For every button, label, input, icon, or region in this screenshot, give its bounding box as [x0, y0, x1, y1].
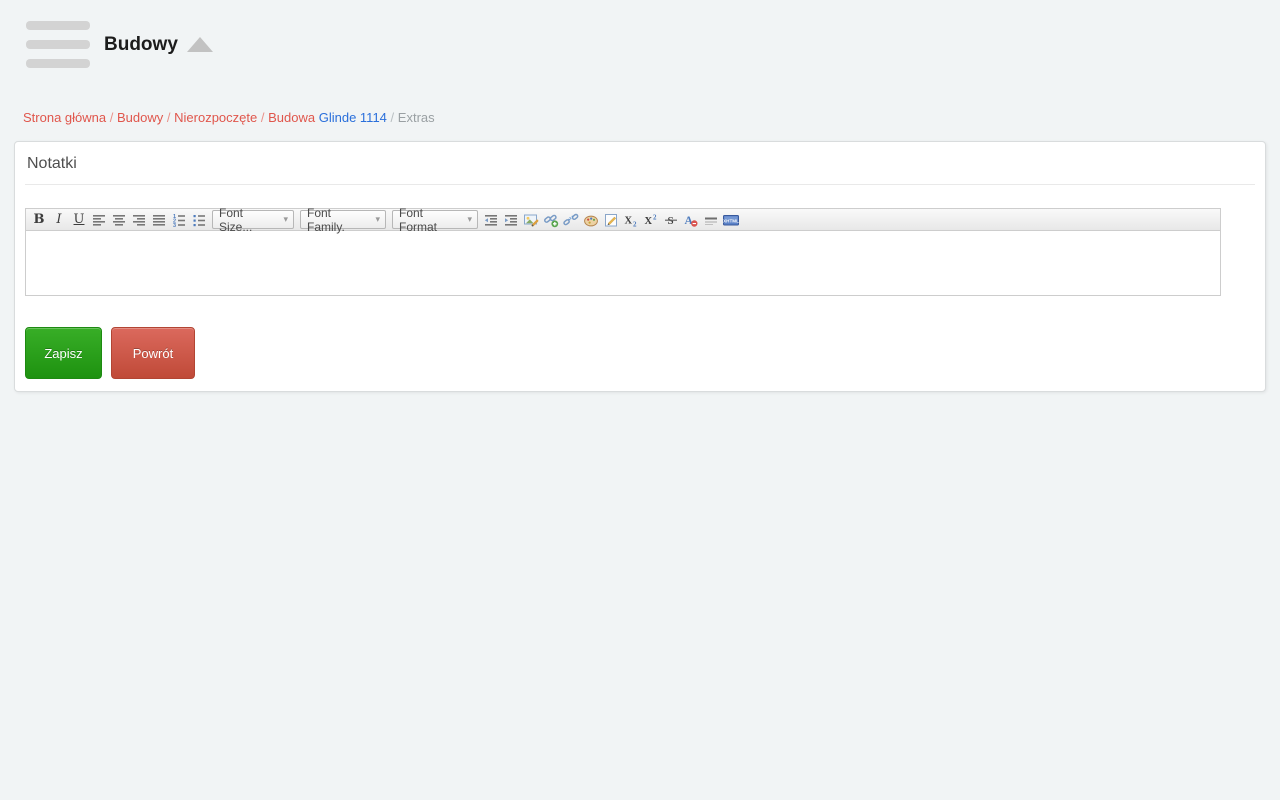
breadcrumb-glinde-1114[interactable]: Glinde 1114: [319, 110, 387, 125]
breadcrumb-nierozpoczete[interactable]: Nierozpoczęte: [174, 110, 257, 125]
panel-title: Notatki: [27, 154, 1265, 174]
svg-text:XHTML: XHTML: [723, 218, 739, 223]
font-format-select[interactable]: Font Format▾: [392, 210, 478, 229]
svg-text:2: 2: [633, 220, 637, 228]
text-color-button[interactable]: [581, 210, 601, 230]
align-center-button[interactable]: [109, 210, 129, 230]
svg-text:S: S: [668, 215, 674, 227]
html-source-button[interactable]: XHTML: [721, 210, 741, 230]
align-justify-button[interactable]: [149, 210, 169, 230]
breadcrumb-separator: /: [261, 110, 265, 125]
font-family-select[interactable]: Font Family.▾: [300, 210, 386, 229]
chevron-down-icon: ▾: [375, 214, 380, 225]
align-left-button[interactable]: [89, 210, 109, 230]
svg-text:X: X: [645, 216, 653, 227]
indent-button[interactable]: [501, 210, 521, 230]
rich-text-editor: BIU 123 Font Size...▾ Font Family.▾ Font For…: [25, 208, 1221, 296]
svg-text:3: 3: [173, 223, 176, 228]
remove-format-button[interactable]: A: [681, 210, 701, 230]
italic-button[interactable]: I: [49, 210, 69, 230]
breadcrumb-budowy[interactable]: Budowy: [117, 110, 163, 125]
horizontal-rule-button[interactable]: [701, 210, 721, 230]
underline-button[interactable]: U: [69, 210, 89, 230]
font-size-select[interactable]: Font Size...▾: [212, 210, 294, 229]
ordered-list-button[interactable]: 123: [169, 210, 189, 230]
hamburger-menu-icon[interactable]: [26, 21, 90, 68]
page-title: Budowy: [104, 34, 178, 56]
insert-image-button[interactable]: [521, 210, 541, 230]
outdent-button[interactable]: [481, 210, 501, 230]
subscript-button[interactable]: X2: [621, 210, 641, 230]
divider: [25, 184, 1255, 185]
notes-editor-body[interactable]: [25, 231, 1221, 296]
superscript-button[interactable]: X2: [641, 210, 661, 230]
breadcrumb-budowa[interactable]: Budowa: [268, 110, 315, 125]
app-header: Budowy: [26, 21, 213, 68]
svg-text:X: X: [625, 215, 633, 226]
breadcrumb-strona-glowna[interactable]: Strona główna: [23, 110, 106, 125]
back-button[interactable]: Powrót: [111, 327, 195, 379]
unlink-button[interactable]: [561, 210, 581, 230]
notes-panel: Notatki BIU 123 Font Size...▾ Font Family.▾…: [14, 141, 1266, 392]
svg-text:2: 2: [653, 213, 657, 221]
breadcrumb-separator: /: [167, 110, 171, 125]
breadcrumb: Strona główna / Budowy / Nierozpoczęte /…: [23, 110, 435, 125]
unordered-list-button[interactable]: [189, 210, 209, 230]
align-right-button[interactable]: [129, 210, 149, 230]
edit-source-button[interactable]: [601, 210, 621, 230]
strikethrough-button[interactable]: S: [661, 210, 681, 230]
breadcrumb-separator: /: [391, 110, 395, 125]
editor-toolbar: BIU 123 Font Size...▾ Font Family.▾ Font For…: [25, 208, 1221, 231]
collapse-triangle-icon[interactable]: [187, 37, 213, 52]
bold-button[interactable]: B: [29, 210, 49, 230]
insert-link-button[interactable]: [541, 210, 561, 230]
chevron-down-icon: ▾: [467, 214, 472, 225]
save-button[interactable]: Zapisz: [25, 327, 102, 379]
chevron-down-icon: ▾: [283, 214, 288, 225]
breadcrumb-separator: /: [110, 110, 114, 125]
action-buttons: Zapisz Powrót: [25, 327, 1265, 379]
breadcrumb-extras: Extras: [398, 110, 435, 125]
